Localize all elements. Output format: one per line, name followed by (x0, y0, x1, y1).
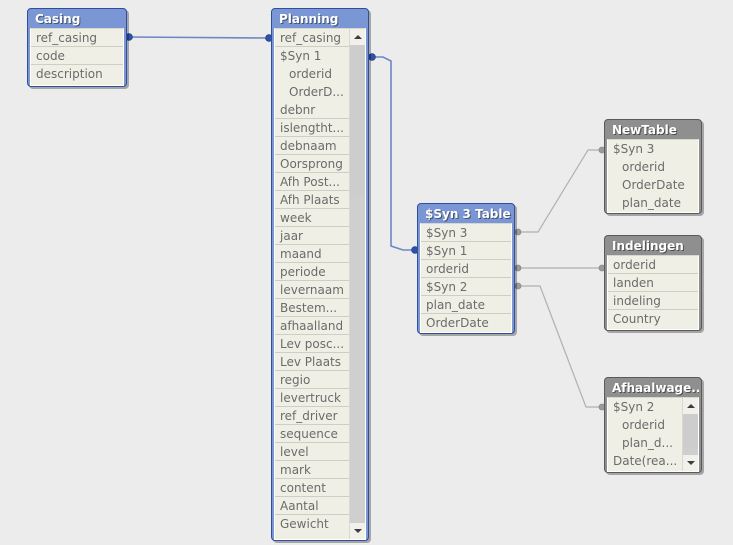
field-row[interactable]: $Syn 3 (421, 224, 511, 242)
field-row[interactable]: maand (275, 245, 349, 263)
field-row[interactable]: afhaalland (275, 317, 349, 335)
field-row[interactable]: Oorsprong (275, 155, 349, 173)
field-row[interactable]: indeling (608, 292, 698, 310)
table-box-casing[interactable]: Casing ref_casing code description (27, 8, 127, 87)
scroll-up-arrow-icon[interactable] (350, 29, 365, 45)
table-title-planning[interactable]: Planning (274, 11, 366, 28)
table-field-list-newtable[interactable]: $Syn 3 orderid OrderDate plan_date (607, 139, 699, 213)
link-line-syn3table-to-afhaalwagens[interactable] (518, 285, 602, 408)
field-row[interactable]: Lev Plaats (275, 353, 349, 371)
table-box-syn3table[interactable]: $Syn 3 Table $Syn 3 $Syn 1 orderid $Syn 2 pla… (417, 203, 515, 334)
field-row[interactable]: Afh Post... (275, 173, 349, 191)
field-row[interactable]: week (275, 209, 349, 227)
vertical-scrollbar-planning[interactable] (349, 29, 365, 539)
table-box-newtable[interactable]: NewTable $Syn 3 orderid OrderDate plan_date (604, 119, 702, 214)
link-line-planning-to-syn3table[interactable] (372, 56, 415, 251)
field-row[interactable]: ref_casing (31, 29, 123, 47)
field-row[interactable]: OrderDate (608, 176, 698, 194)
table-field-list-afhaalwagens[interactable]: $Syn 2 orderid plan_d... Date(rea... (607, 397, 699, 472)
field-row[interactable]: plan_date (608, 194, 698, 212)
table-field-list-casing[interactable]: ref_casing code description (30, 28, 124, 86)
chevron-down-icon (353, 529, 362, 533)
field-row[interactable]: Lev posc... (275, 335, 349, 353)
chevron-up-icon (686, 404, 695, 408)
table-field-list-planning[interactable]: ref_casing $Syn 1 orderid OrderD... debnr isl… (274, 28, 366, 540)
field-row[interactable]: orderid (275, 65, 349, 83)
field-row[interactable]: jaar (275, 227, 349, 245)
field-row[interactable]: islengtht... (275, 119, 349, 137)
field-rows-afhaalwagens: $Syn 2 orderid plan_d... Date(rea... (608, 398, 682, 470)
field-row[interactable]: plan_d... (608, 434, 682, 452)
chevron-down-icon (686, 461, 695, 465)
table-box-planning[interactable]: Planning ref_casing $Syn 1 orderid OrderD...… (271, 8, 369, 541)
field-row[interactable]: levertruck (275, 389, 349, 407)
field-row[interactable]: Country (608, 310, 698, 328)
field-row[interactable]: regio (275, 371, 349, 389)
table-title-indelingen[interactable]: Indelingen (607, 238, 699, 255)
field-rows-casing: ref_casing code description (31, 29, 123, 83)
table-field-list-syn3table[interactable]: $Syn 3 $Syn 1 orderid $Syn 2 plan_date OrderD… (420, 223, 512, 333)
link-endpoint-dot[interactable] (514, 228, 522, 236)
table-title-syn3table[interactable]: $Syn 3 Table (420, 206, 512, 223)
field-row[interactable]: $Syn 2 (421, 278, 511, 296)
scroll-down-arrow-icon[interactable] (683, 455, 698, 471)
table-box-indelingen[interactable]: Indelingen orderid landen indeling Country (604, 235, 702, 331)
field-row[interactable]: level (275, 443, 349, 461)
field-row[interactable]: Gewicht (275, 515, 349, 533)
field-row[interactable]: orderid (608, 256, 698, 274)
field-row[interactable]: mark (275, 461, 349, 479)
field-row[interactable]: debnaam (275, 137, 349, 155)
table-field-list-indelingen[interactable]: orderid landen indeling Country (607, 255, 699, 330)
field-row[interactable]: periode (275, 263, 349, 281)
field-row[interactable]: $Syn 1 (421, 242, 511, 260)
scroll-down-arrow-icon[interactable] (350, 523, 365, 539)
table-title-casing[interactable]: Casing (30, 11, 124, 28)
field-row[interactable]: orderid (608, 416, 682, 434)
link-line-casing-to-planning[interactable] (128, 36, 270, 39)
link-endpoint-dot[interactable] (514, 264, 522, 272)
field-row[interactable]: ref_casing (275, 29, 349, 47)
link-line-syn3table-to-newtable[interactable] (518, 149, 602, 233)
link-endpoint-dot[interactable] (368, 53, 376, 61)
field-row[interactable]: $Syn 2 (608, 398, 682, 416)
field-row[interactable]: orderid (608, 158, 698, 176)
table-box-afhaalwagens[interactable]: Afhaalwage... $Syn 2 orderid plan_d... Date(… (604, 377, 702, 473)
field-row[interactable]: Afh Plaats (275, 191, 349, 209)
scroll-up-arrow-icon[interactable] (683, 398, 698, 414)
field-row[interactable]: OrderDate (421, 314, 511, 332)
field-row[interactable]: $Syn 3 (608, 140, 698, 158)
field-rows-syn3table: $Syn 3 $Syn 1 orderid $Syn 2 plan_date OrderD… (421, 224, 511, 332)
scrollbar-thumb[interactable] (350, 45, 365, 195)
table-title-afhaalwagens[interactable]: Afhaalwage... (607, 380, 699, 397)
field-row[interactable]: code (31, 47, 123, 65)
field-row[interactable]: orderid (421, 260, 511, 278)
field-row[interactable]: levernaam (275, 281, 349, 299)
field-rows-indelingen: orderid landen indeling Country (608, 256, 698, 328)
field-row[interactable]: sequence (275, 425, 349, 443)
field-row[interactable]: Date(rea... (608, 452, 682, 470)
field-rows-newtable: $Syn 3 orderid OrderDate plan_date (608, 140, 698, 212)
vertical-scrollbar-afhaalwagens[interactable] (682, 398, 698, 471)
chevron-up-icon (353, 35, 362, 39)
field-row[interactable]: content (275, 479, 349, 497)
field-row[interactable]: landen (608, 274, 698, 292)
field-row[interactable]: OrderD... (275, 83, 349, 101)
field-row[interactable]: Aantal (275, 497, 349, 515)
link-endpoint-dot[interactable] (514, 282, 522, 290)
field-row[interactable]: Bestem... (275, 299, 349, 317)
field-row[interactable]: $Syn 1 (275, 47, 349, 65)
diagram-canvas[interactable]: Casing ref_casing code description Planning r… (0, 0, 733, 545)
scrollbar-thumb[interactable] (683, 414, 698, 448)
field-row[interactable]: debnr (275, 101, 349, 119)
field-rows-planning: ref_casing $Syn 1 orderid OrderD... debnr isl… (275, 29, 349, 533)
table-title-newtable[interactable]: NewTable (607, 122, 699, 139)
field-row[interactable]: description (31, 65, 123, 83)
field-row[interactable]: ref_driver (275, 407, 349, 425)
field-row[interactable]: plan_date (421, 296, 511, 314)
